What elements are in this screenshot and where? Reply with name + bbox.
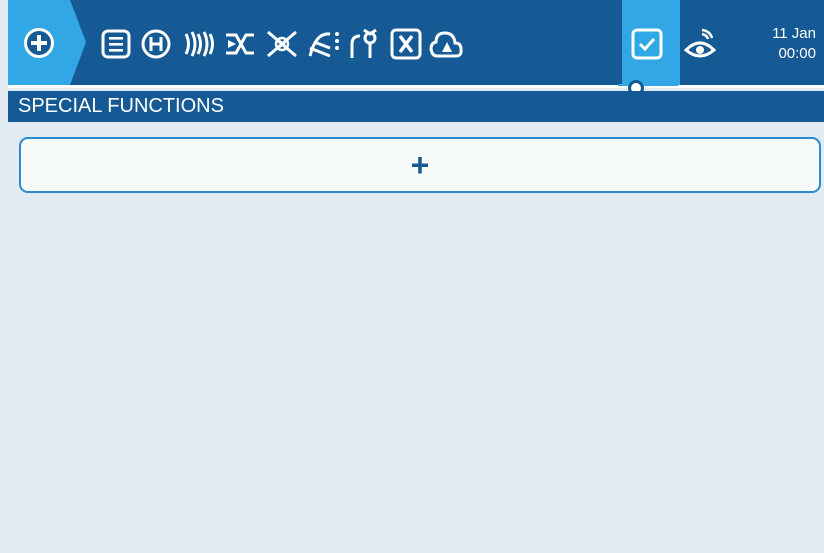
sound-waves-icon[interactable]: [180, 26, 216, 62]
home-tab[interactable]: [8, 0, 86, 85]
variable-icon[interactable]: [388, 26, 424, 62]
add-function-button[interactable]: +: [19, 137, 821, 193]
date-time: 11 Jan 00:00: [772, 24, 816, 64]
crossed-outputs-icon[interactable]: [264, 26, 300, 62]
mixer-icon[interactable]: [222, 26, 258, 62]
tab-special-functions[interactable]: [622, 0, 680, 85]
model-list-icon[interactable]: [98, 26, 134, 62]
active-indicator-line: [618, 84, 678, 86]
plus-circle-icon[interactable]: [24, 28, 54, 58]
top-toolbar: 11 Jan 00:00: [8, 0, 824, 88]
heli-icon[interactable]: [138, 26, 174, 62]
logical-switch-icon[interactable]: [346, 26, 382, 62]
date-label: 11 Jan: [772, 25, 816, 42]
special-functions-icon: [631, 28, 665, 60]
telemetry-cloud-icon[interactable]: [428, 26, 464, 62]
trainer-eye-icon[interactable]: [682, 26, 718, 62]
curves-icon[interactable]: [306, 26, 342, 62]
time-label: 00:00: [778, 45, 816, 62]
page-title: SPECIAL FUNCTIONS: [8, 91, 824, 122]
